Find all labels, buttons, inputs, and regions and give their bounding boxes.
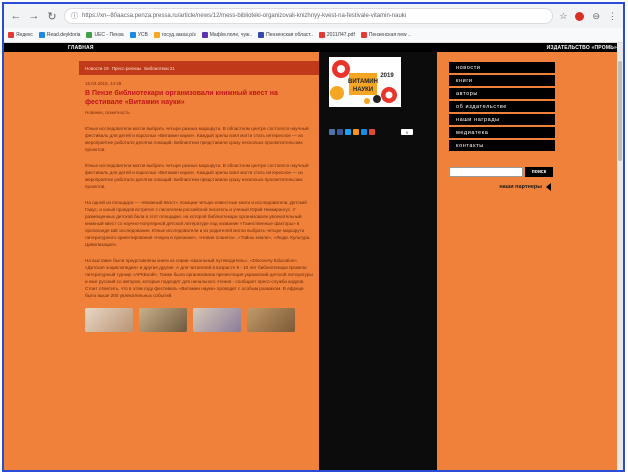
bookmark-item[interactable]: UEC - Пенза: [86, 32, 124, 38]
menu-item-news[interactable]: новости: [449, 62, 555, 73]
photo-thumbnail[interactable]: [85, 308, 133, 332]
info-icon[interactable]: ⓘ: [71, 11, 78, 21]
bookmarks-bar: Яндекс Read.deyktoria UEC - Пенза УСВ госуд.…: [4, 28, 623, 43]
page-scrollbar[interactable]: [617, 43, 623, 470]
profile-icon[interactable]: ⊖: [592, 11, 600, 22]
search-input[interactable]: [449, 167, 523, 177]
bookmark-item[interactable]: Пензенская new ..: [360, 32, 411, 38]
center-sidebar: ВИТАМИН НАУКИ 2019 0: [319, 52, 437, 470]
bookmark-favicon-icon: [86, 32, 93, 38]
google-share-icon[interactable]: [369, 129, 375, 135]
site-top-bar: ГЛАВНАЯ ИЗДАТЕЛЬСТВО «ПРОМЬ»: [4, 43, 623, 52]
menu-item-books[interactable]: книги: [449, 75, 555, 86]
bookmark-favicon-icon: [360, 32, 367, 38]
bookmark-favicon-icon: [258, 32, 265, 38]
menu-item-awards[interactable]: наши награды: [449, 114, 555, 125]
web-page: ГЛАВНАЯ ИЗДАТЕЛЬСТВО «ПРОМЬ» Новости 19 …: [4, 43, 623, 470]
photo-gallery: [85, 308, 313, 332]
logo-year: 2019: [380, 73, 394, 79]
site-search: поиск: [449, 167, 559, 177]
bookmark-label: Пензенская new ..: [368, 32, 411, 38]
article-paragraph: Юные исследователи могли выбрать четыре …: [85, 163, 309, 189]
odnoklassniki-share-icon[interactable]: [353, 129, 359, 135]
url-text: https://xn--80aacsa.penza.pressa.ru/arti…: [82, 13, 407, 19]
address-bar[interactable]: ⓘ https://xn--80aacsa.penza.pressa.ru/ar…: [64, 8, 554, 24]
menu-item-media[interactable]: медиатека: [449, 127, 555, 138]
twitter-share-icon[interactable]: [345, 129, 351, 135]
logo-title: ВИТАМИН: [348, 79, 378, 85]
bookmark-favicon-icon: [153, 32, 160, 38]
scrollbar-thumb[interactable]: [618, 61, 622, 161]
share-buttons: 0: [329, 129, 413, 135]
bookmark-label: UEC - Пенза: [94, 32, 124, 38]
bookmark-favicon-icon: [38, 32, 45, 38]
bookmark-label: Яндекс: [16, 32, 33, 38]
bookmark-label: Read.deyktoria: [46, 32, 81, 38]
bookmark-favicon-icon: [129, 32, 136, 38]
bookmark-label: УСВ: [137, 32, 148, 38]
article: 15.03.2019, 14:48 В Пензе библиотекари о…: [79, 75, 319, 332]
bookmark-label: госуд.заказ.р/з: [161, 32, 196, 38]
bookmark-label: 2011Л47.pdf: [326, 32, 355, 38]
bookmark-item[interactable]: Яндекс: [8, 32, 33, 38]
partners-link[interactable]: наши партнеры: [449, 183, 559, 191]
svg-text:НАУКИ: НАУКИ: [353, 87, 373, 93]
bookmark-item[interactable]: Маф/м.поле, чуж..: [201, 32, 253, 38]
breadcrumb-item[interactable]: Пресс-релизы: [112, 66, 142, 71]
forward-icon[interactable]: →: [28, 10, 40, 22]
article-paragraph: На одной из площадок — «Книжный Квэст» л…: [85, 200, 311, 247]
triangle-left-icon: [546, 183, 551, 191]
menu-item-contacts[interactable]: контакты: [449, 140, 555, 151]
back-icon[interactable]: ←: [10, 10, 22, 22]
bookmark-item[interactable]: 2011Л47.pdf: [318, 32, 355, 38]
browser-window: ← → ↻ ⓘ https://xn--80aacsa.penza.pressa…: [2, 2, 625, 472]
partners-label: наши партнеры: [499, 184, 542, 190]
menu-icon[interactable]: ⋮: [608, 11, 617, 22]
article-column: Новости 19 Пресс-релизы Библиотеки 21 15…: [79, 52, 319, 470]
breadcrumb-item[interactable]: Библиотеки 21: [144, 66, 175, 71]
article-paragraph: На выставке были представлены книги из с…: [85, 258, 313, 298]
browser-toolbar: ← → ↻ ⓘ https://xn--80aacsa.penza.pressa…: [4, 4, 623, 28]
bookmark-item[interactable]: госуд.заказ.р/з: [153, 32, 196, 38]
photo-thumbnail[interactable]: [139, 308, 187, 332]
bookmark-label: Маф/м.поле, чуж..: [209, 32, 253, 38]
publisher-link[interactable]: ИЗДАТЕЛЬСТВО «ПРОМЬ»: [547, 45, 617, 51]
photo-thumbnail[interactable]: [247, 308, 295, 332]
bookmark-favicon-icon: [201, 32, 208, 38]
bookmark-item[interactable]: Read.deyktoria: [38, 32, 81, 38]
site-menu: новости книги авторы об издательстве наш…: [449, 62, 559, 151]
search-button[interactable]: поиск: [525, 167, 553, 177]
extension-icon[interactable]: [575, 11, 585, 21]
photo-thumbnail[interactable]: [193, 308, 241, 332]
breadcrumb: Новости 19 Пресс-релизы Библиотеки 21: [79, 61, 319, 75]
reload-icon[interactable]: ↻: [46, 10, 58, 23]
article-date: 15.03.2019, 14:48: [85, 81, 122, 86]
right-sidebar: новости книги авторы об издательстве наш…: [449, 52, 559, 191]
home-link[interactable]: ГЛАВНАЯ: [68, 45, 94, 51]
article-tags[interactable]: Новинки, сюжетность: [85, 110, 313, 115]
star-icon[interactable]: ☆: [559, 11, 567, 22]
facebook-share-icon[interactable]: [337, 129, 343, 135]
article-paragraph: Юные исследователи могли выбрать четыре …: [85, 126, 309, 152]
festival-logo[interactable]: ВИТАМИН НАУКИ 2019: [329, 57, 401, 107]
article-headline: В Пензе библиотекари организовали книжны…: [85, 90, 278, 106]
breadcrumb-item[interactable]: Новости 19: [85, 66, 109, 71]
menu-item-about[interactable]: об издательстве: [449, 101, 555, 112]
bookmark-favicon-icon: [318, 32, 325, 38]
bookmark-label: Пензенская област..: [266, 32, 313, 38]
bookmark-item[interactable]: Пензенская област..: [258, 32, 313, 38]
bookmark-favicon-icon: [8, 32, 14, 38]
menu-item-authors[interactable]: авторы: [449, 88, 555, 99]
share-count: 0: [401, 129, 413, 135]
vk-share-icon[interactable]: [329, 129, 335, 135]
bookmark-item[interactable]: УСВ: [129, 32, 148, 38]
mail-share-icon[interactable]: [361, 129, 367, 135]
